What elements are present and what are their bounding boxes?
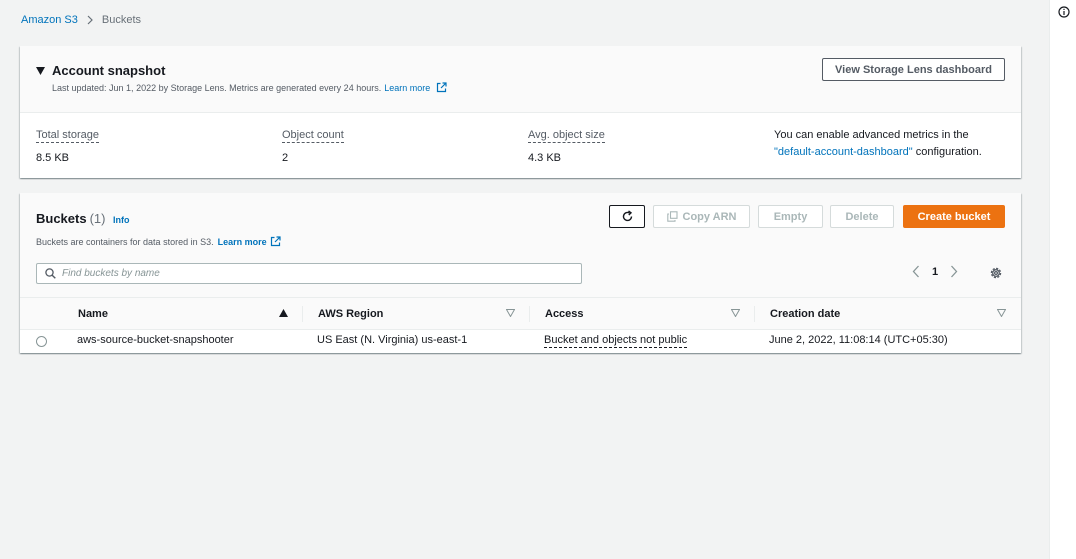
bucket-region: US East (N. Virginia) us-east-1: [317, 334, 468, 346]
sort-ascending-icon[interactable]: [279, 309, 288, 317]
bucket-name-link[interactable]: aws-source-bucket-snapshooter: [77, 334, 234, 346]
metric-label[interactable]: Object count: [282, 129, 344, 143]
bucket-creation-date: June 2, 2022, 11:08:14 (UTC+05:30): [769, 334, 948, 346]
buckets-header: Buckets (1) Info Buckets are containers f…: [20, 193, 1021, 297]
default-account-dashboard-link[interactable]: "default-account-dashboard": [774, 146, 913, 158]
buckets-learn-more-link[interactable]: Learn more: [218, 237, 267, 247]
breadcrumb-amazon-s3[interactable]: Amazon S3: [21, 14, 78, 26]
row-select-radio[interactable]: [36, 336, 47, 347]
column-divider: [302, 306, 303, 322]
column-divider: [754, 306, 755, 322]
metric-label[interactable]: Avg. object size: [528, 129, 605, 143]
breadcrumb: Amazon S3 Buckets: [21, 13, 141, 27]
buckets-panel: Buckets (1) Info Buckets are containers f…: [20, 193, 1021, 353]
search-bar[interactable]: [36, 263, 582, 284]
sort-icon[interactable]: [997, 309, 1006, 317]
buckets-title-text: Buckets: [36, 211, 87, 226]
buckets-subtitle: Buckets are containers for data stored i…: [36, 236, 281, 247]
external-link-icon: [270, 236, 281, 247]
sort-icon[interactable]: [731, 309, 740, 317]
advanced-metrics-text: You can enable advanced metrics in the: [774, 129, 969, 141]
refresh-button[interactable]: [609, 205, 645, 228]
metric-value: 8.5 KB: [36, 152, 70, 164]
right-tools-rail: [1049, 0, 1076, 559]
column-divider: [529, 306, 530, 322]
refresh-icon: [622, 210, 632, 222]
info-icon[interactable]: [1058, 6, 1070, 18]
metric-value: 4.3 KB: [528, 152, 562, 164]
column-header-name[interactable]: Name: [78, 298, 108, 329]
buckets-info-link[interactable]: Info: [113, 215, 130, 225]
empty-button[interactable]: Empty: [758, 205, 823, 228]
account-snapshot-title[interactable]: Account snapshot: [52, 63, 165, 78]
chevron-right-icon[interactable]: [950, 265, 958, 278]
metric-object-count: Object count 2: [282, 127, 344, 164]
buckets-description: Buckets are containers for data stored i…: [36, 236, 214, 247]
chevron-left-icon[interactable]: [912, 265, 920, 278]
delete-button[interactable]: Delete: [830, 205, 894, 228]
metric-value: 2: [282, 152, 289, 164]
caret-down-icon[interactable]: [36, 67, 45, 75]
bucket-access[interactable]: Bucket and objects not public: [544, 334, 688, 348]
metric-label[interactable]: Total storage: [36, 129, 99, 143]
account-snapshot-subtitle: Last updated: Jun 1, 2022 by Storage Len…: [52, 82, 447, 93]
column-header-creation-date[interactable]: Creation date: [770, 298, 840, 329]
create-bucket-button[interactable]: Create bucket: [903, 205, 1005, 228]
table-header: Name AWS Region Access Creation date: [20, 297, 1021, 330]
view-storage-lens-dashboard-button[interactable]: View Storage Lens dashboard: [822, 58, 1005, 81]
metric-total-storage: Total storage 8.5 KB: [36, 127, 99, 164]
table-row: aws-source-bucket-snapshooter US East (N…: [20, 330, 1021, 353]
column-header-access[interactable]: Access: [545, 298, 584, 329]
snapshot-learn-more-link[interactable]: Learn more: [384, 83, 430, 93]
metric-avg-object-size: Avg. object size 4.3 KB: [528, 127, 605, 164]
account-snapshot-header: Account snapshot Last updated: Jun 1, 20…: [20, 46, 1021, 113]
copy-icon: [666, 211, 678, 222]
breadcrumb-buckets: Buckets: [101, 14, 142, 26]
search-icon: [45, 268, 56, 279]
advanced-metrics-note: You can enable advanced metrics in the "…: [774, 127, 1004, 161]
copy-arn-button[interactable]: Copy ARN: [653, 205, 750, 228]
pagination: 1: [912, 265, 958, 278]
copy-arn-label: Copy ARN: [682, 210, 737, 223]
advanced-metrics-suffix: configuration.: [912, 146, 982, 158]
gear-icon[interactable]: [989, 266, 1003, 280]
buckets-count: (1): [89, 211, 106, 226]
sort-icon[interactable]: [506, 309, 515, 317]
account-snapshot-panel: Account snapshot Last updated: Jun 1, 20…: [20, 46, 1021, 178]
page-number[interactable]: 1: [932, 266, 938, 278]
buckets-title: Buckets (1): [36, 211, 105, 226]
search-input[interactable]: [62, 268, 542, 279]
chevron-right-icon: [87, 15, 93, 25]
column-header-region[interactable]: AWS Region: [318, 298, 383, 329]
snapshot-updated-text: Last updated: Jun 1, 2022 by Storage Len…: [52, 82, 382, 93]
external-link-icon: [437, 82, 447, 93]
